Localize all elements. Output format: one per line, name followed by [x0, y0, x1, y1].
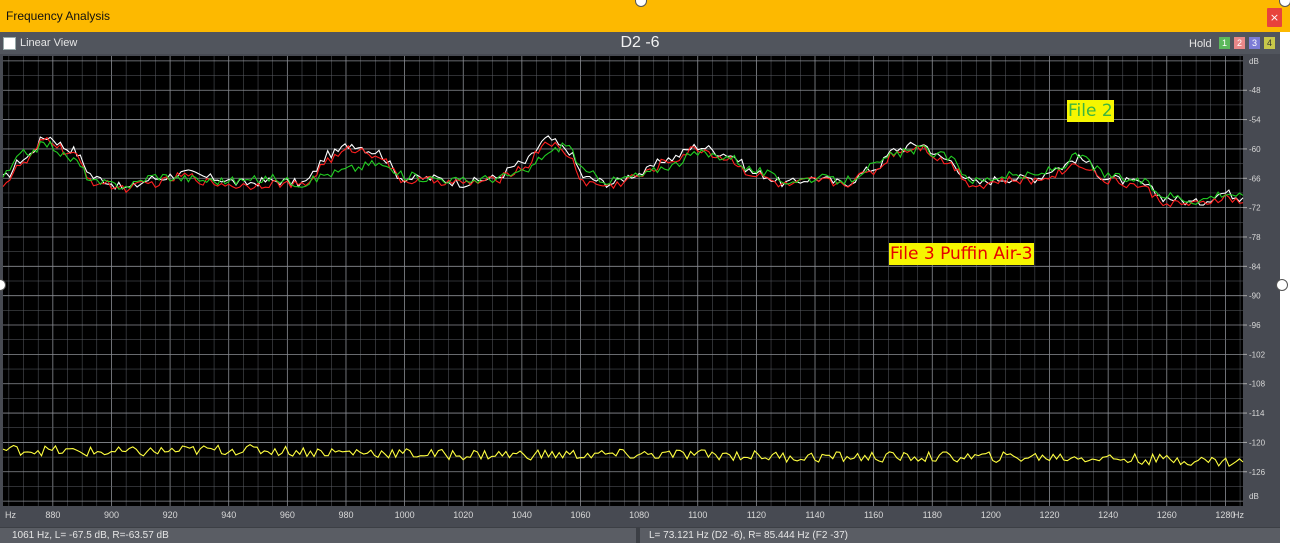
x-tick-label: 920 — [163, 510, 178, 520]
x-tick-label: 1000 — [395, 510, 415, 520]
hold-slot-2-button[interactable]: 2 — [1234, 37, 1245, 49]
peak-readout: L= 73.121 Hz (D2 -6), R= 85.444 Hz (F2 -… — [640, 528, 1280, 543]
annotation-file-2: File 2 — [1067, 100, 1114, 122]
x-tick-label: 1060 — [570, 510, 590, 520]
frequency-chart[interactable]: 880 900 920 940 960 980 1000 1020 1040 1060 1080 11… — [0, 54, 1280, 527]
y-tick-label: -90 — [1249, 292, 1261, 301]
y-tick-label: -78 — [1249, 233, 1261, 242]
x-tick-label: 1100 — [688, 510, 707, 520]
y-tick-label: -108 — [1249, 380, 1266, 389]
close-icon: × — [1269, 11, 1280, 24]
y-tick-label: -48 — [1249, 86, 1261, 95]
x-tick-label: 940 — [221, 510, 236, 520]
x-tick-label: 1260 — [1157, 510, 1177, 520]
close-button[interactable]: × — [1267, 8, 1282, 27]
status-bar: 1061 Hz, L= -67.5 dB, R=-63.57 dB L= 73.… — [0, 527, 1280, 543]
toolbar: Linear View D2 -6 Hold 1 2 3 4 — [0, 32, 1280, 54]
y-tick-label: -72 — [1249, 204, 1261, 213]
window-title: Frequency Analysis — [6, 9, 111, 23]
x-axis-unit: Hz — [1233, 510, 1244, 520]
y-tick-label: -126 — [1249, 468, 1266, 477]
x-tick-label: 1040 — [512, 510, 532, 520]
x-tick-label: 960 — [280, 510, 295, 520]
x-tick-label: 1080 — [629, 510, 649, 520]
y-axis-unit: dB — [1249, 492, 1259, 501]
y-tick-label: -114 — [1249, 409, 1265, 418]
x-tick-label: 1020 — [453, 510, 473, 520]
x-tick-label: 1180 — [923, 510, 942, 520]
hold-label: Hold — [1189, 38, 1212, 50]
y-tick-label: -102 — [1249, 350, 1266, 359]
hold-slot-4-button[interactable]: 4 — [1264, 37, 1275, 49]
x-tick-label: 1220 — [1040, 510, 1060, 520]
cursor-readout: 1061 Hz, L= -67.5 dB, R=-63.57 dB — [0, 528, 636, 543]
x-tick-label: 1140 — [805, 510, 824, 520]
resize-handle-right[interactable] — [1276, 279, 1288, 291]
hold-slot-3-button[interactable]: 3 — [1249, 37, 1260, 49]
y-tick-label: -54 — [1249, 116, 1261, 125]
x-tick-label: 980 — [338, 510, 353, 520]
y-tick-label: -120 — [1249, 438, 1266, 447]
x-axis-unit: Hz — [5, 510, 16, 520]
y-tick-label: -96 — [1249, 321, 1261, 330]
y-axis-unit: dB — [1249, 57, 1259, 66]
x-tick-label: 900 — [104, 510, 119, 520]
x-tick-label: 880 — [45, 510, 60, 520]
chart-title: D2 -6 — [620, 34, 660, 51]
hold-slot-1-button[interactable]: 1 — [1219, 37, 1230, 49]
x-tick-label: 1160 — [864, 510, 883, 520]
x-tick-label: 1200 — [981, 510, 1001, 520]
annotation-file-3: File 3 Puffin Air-3 — [889, 243, 1034, 265]
y-tick-label: -84 — [1249, 262, 1261, 271]
y-tick-label: -60 — [1249, 145, 1261, 154]
y-tick-label: -66 — [1249, 174, 1261, 183]
x-tick-label: 1240 — [1098, 510, 1118, 520]
x-tick-label: 1120 — [747, 510, 766, 520]
resize-handle-top-right[interactable] — [1279, 0, 1290, 7]
